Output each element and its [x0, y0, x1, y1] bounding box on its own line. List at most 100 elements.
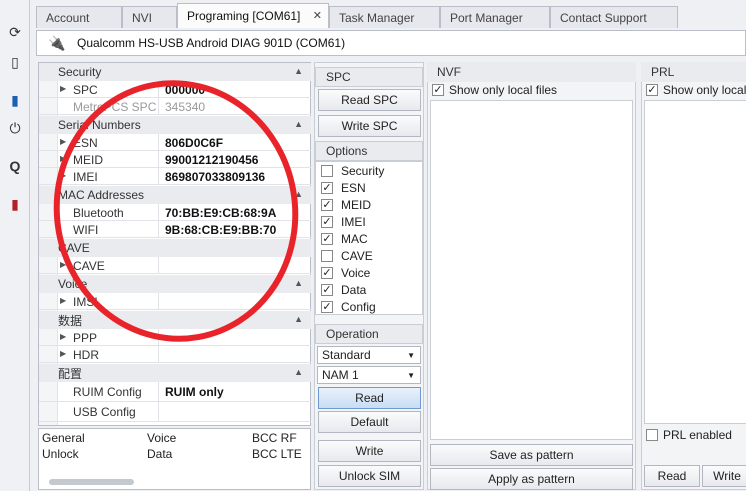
sim-icon[interactable]: ▮: [5, 194, 25, 214]
chevron-right-icon[interactable]: ▶: [60, 84, 66, 93]
qualcomm-icon[interactable]: Q: [5, 156, 25, 176]
checkbox-checked-icon[interactable]: ✓: [646, 84, 658, 96]
chevron-right-icon[interactable]: ▶: [60, 154, 66, 163]
prl-file-list[interactable]: [644, 100, 746, 424]
prop-value[interactable]: [158, 293, 311, 310]
save-as-pattern-button[interactable]: Save as pattern: [430, 444, 633, 466]
status-data[interactable]: Data: [147, 447, 172, 461]
chevron-right-icon[interactable]: ▶: [60, 171, 66, 180]
usb-icon[interactable]: ▮: [5, 90, 25, 110]
prl-read-button[interactable]: Read: [644, 465, 700, 487]
status-bcc-lte[interactable]: BCC LTE: [252, 447, 302, 461]
device-selector[interactable]: 🔌 Qualcomm HS-USB Android DIAG 901D (COM…: [36, 30, 746, 56]
tab-programing[interactable]: Programing [COM61] ✕: [177, 3, 329, 28]
row-meid[interactable]: ▶ MEID 99001212190456: [39, 151, 311, 168]
row-metro-spc[interactable]: MetroPCS SPC 345340: [39, 98, 311, 115]
prop-value[interactable]: [158, 257, 311, 274]
row-wifi[interactable]: WIFI 9B:68:CB:E9:BB:70: [39, 221, 311, 238]
prop-value[interactable]: [158, 402, 311, 422]
tab-contact-support[interactable]: Contact Support: [550, 6, 678, 28]
close-icon[interactable]: ✕: [313, 9, 322, 22]
write-spc-button[interactable]: Write SPC: [318, 115, 421, 137]
row-bluetooth[interactable]: Bluetooth 70:BB:E9:CB:68:9A: [39, 204, 311, 221]
prop-value[interactable]: 70:BB:E9:CB:68:9A: [158, 204, 311, 221]
row-hdr[interactable]: ▶ HDR: [39, 346, 311, 363]
prop-value[interactable]: 000000: [158, 81, 311, 98]
refresh-icon[interactable]: ⟳: [5, 22, 25, 42]
phone-icon[interactable]: ▯: [5, 52, 25, 72]
group-security[interactable]: Security ▲: [39, 63, 311, 81]
checkbox-checked-icon[interactable]: ✓: [321, 199, 333, 211]
horizontal-scrollbar[interactable]: [49, 479, 134, 485]
chevron-right-icon[interactable]: ▶: [60, 137, 66, 146]
chevron-right-icon[interactable]: ▶: [60, 296, 66, 305]
group-config[interactable]: 配置 ▲: [39, 364, 311, 382]
group-serial-numbers[interactable]: Serial Numbers ▲: [39, 116, 311, 134]
write-button[interactable]: Write: [318, 440, 421, 462]
checkbox-checked-icon[interactable]: ✓: [321, 216, 333, 228]
row-usb-config[interactable]: USB Config: [39, 402, 311, 422]
power-icon[interactable]: ⏻: [5, 118, 25, 138]
status-bcc-rf[interactable]: BCC RF: [252, 431, 297, 445]
prop-value[interactable]: 869807033809136: [158, 168, 311, 185]
row-esn[interactable]: ▶ ESN 806D0C6F: [39, 134, 311, 151]
prl-local-filter[interactable]: ✓ Show only local: [646, 82, 746, 98]
apply-as-pattern-button[interactable]: Apply as pattern: [430, 468, 633, 490]
chevron-up-icon[interactable]: ▲: [294, 189, 303, 199]
prl-enabled[interactable]: PRL enabled: [646, 427, 732, 443]
mode-select[interactable]: Standard ▼: [317, 346, 421, 364]
default-button[interactable]: Default: [318, 411, 421, 433]
option-config[interactable]: ✓ Config: [321, 299, 376, 315]
prop-value[interactable]: 806D0C6F: [158, 134, 311, 151]
chevron-right-icon[interactable]: ▶: [60, 332, 66, 341]
chevron-up-icon[interactable]: ▲: [294, 66, 303, 76]
group-data[interactable]: 数据 ▲: [39, 311, 311, 329]
tab-nvi[interactable]: NVI: [122, 6, 177, 28]
checkbox-checked-icon[interactable]: ✓: [321, 267, 333, 279]
row-cave[interactable]: ▶ CAVE: [39, 257, 311, 274]
group-mac-addresses[interactable]: MAC Addresses ▲: [39, 186, 311, 204]
prop-value[interactable]: [158, 329, 311, 346]
option-meid[interactable]: ✓ MEID: [321, 197, 371, 213]
tab-task-manager[interactable]: Task Manager: [329, 6, 440, 28]
checkbox-icon[interactable]: [646, 429, 658, 441]
row-imei[interactable]: ▶ IMEI 869807033809136: [39, 168, 311, 185]
checkbox-checked-icon[interactable]: ✓: [321, 284, 333, 296]
checkbox-checked-icon[interactable]: ✓: [321, 182, 333, 194]
option-cave[interactable]: CAVE: [321, 248, 373, 264]
option-imei[interactable]: ✓ IMEI: [321, 214, 366, 230]
row-imsi[interactable]: ▶ IMSI: [39, 293, 311, 310]
chevron-right-icon[interactable]: ▶: [60, 260, 66, 269]
unlock-sim-button[interactable]: Unlock SIM: [318, 465, 421, 487]
option-mac[interactable]: ✓ MAC: [321, 231, 368, 247]
row-ppp[interactable]: ▶ PPP: [39, 329, 311, 346]
group-cave[interactable]: CAVE: [39, 239, 311, 257]
checkbox-icon[interactable]: [321, 250, 333, 262]
tab-account[interactable]: Account: [36, 6, 122, 28]
option-data[interactable]: ✓ Data: [321, 282, 366, 298]
chevron-up-icon[interactable]: ▲: [294, 367, 303, 377]
nvf-file-list[interactable]: [430, 100, 633, 440]
chevron-right-icon[interactable]: ▶: [60, 349, 66, 358]
read-button[interactable]: Read: [318, 387, 421, 409]
prop-value[interactable]: 9B:68:CB:E9:BB:70: [158, 221, 311, 238]
status-unlock[interactable]: Unlock: [42, 447, 79, 461]
option-voice[interactable]: ✓ Voice: [321, 265, 370, 281]
checkbox-checked-icon[interactable]: ✓: [321, 233, 333, 245]
chevron-up-icon[interactable]: ▲: [294, 314, 303, 324]
option-security[interactable]: Security: [321, 163, 384, 179]
checkbox-icon[interactable]: [321, 165, 333, 177]
chevron-up-icon[interactable]: ▲: [294, 119, 303, 129]
nvf-local-filter[interactable]: ✓ Show only local files: [432, 82, 557, 98]
read-spc-button[interactable]: Read SPC: [318, 89, 421, 111]
prl-write-button[interactable]: Write: [702, 465, 746, 487]
checkbox-checked-icon[interactable]: ✓: [321, 301, 333, 313]
prop-value[interactable]: 99001212190456: [158, 151, 311, 168]
status-voice[interactable]: Voice: [147, 431, 176, 445]
option-esn[interactable]: ✓ ESN: [321, 180, 366, 196]
tab-port-manager[interactable]: Port Manager: [440, 6, 550, 28]
row-spc[interactable]: ▶ SPC 000000: [39, 81, 311, 98]
status-general[interactable]: General: [42, 431, 85, 445]
prop-value[interactable]: RUIM only: [158, 382, 311, 402]
checkbox-checked-icon[interactable]: ✓: [432, 84, 444, 96]
